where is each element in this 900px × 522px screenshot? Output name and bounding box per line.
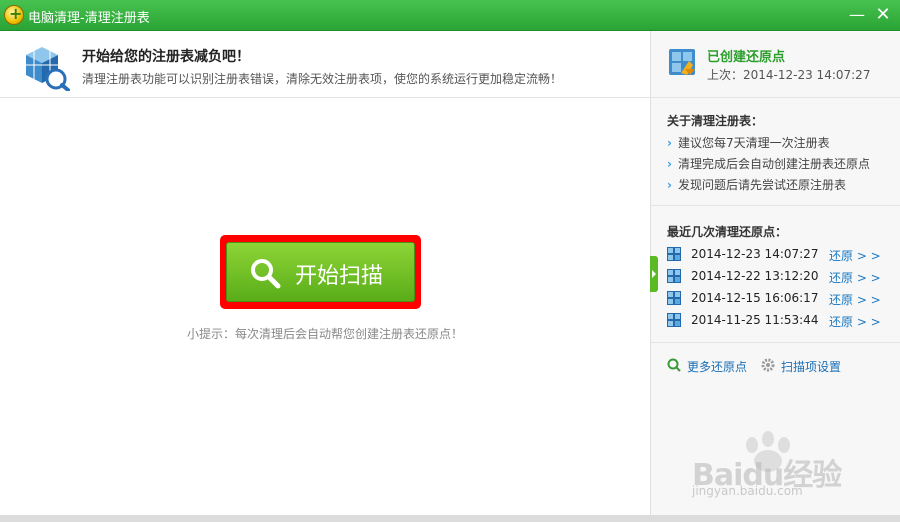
restore-point-date: 2014-12-22 13:12:20 [691, 269, 819, 283]
restore-status-title: 已创建还原点 [707, 50, 786, 65]
about-item: 清理完成后会自动创建注册表还原点 [667, 155, 870, 172]
minimize-button[interactable]: — [846, 4, 868, 26]
tip-text: 小提示：每次清理后会自动帮您创建注册表还原点！ [186, 327, 463, 341]
collapse-panel-handle[interactable] [650, 256, 658, 292]
search-icon [251, 259, 281, 289]
header-title: 开始给您的注册表减负吧！ [82, 49, 250, 65]
side-panel: 已创建还原点 上次：2014-12-23 14:07:27 关于清理注册表： 建… [651, 31, 900, 515]
title-bar: 电脑清理-清理注册表 — ✕ [0, 0, 900, 31]
restore-point-icon [669, 49, 695, 75]
bottom-links: 更多还原点 扫描项设置 [667, 358, 887, 376]
restore-point-date: 2014-12-23 14:07:27 [691, 247, 819, 261]
main-area: 开始扫描 小提示：每次清理后会自动帮您创建注册表还原点！ [0, 99, 650, 515]
bottom-bar [0, 515, 900, 522]
restore-link[interactable]: 还原 > > [829, 291, 881, 308]
restore-status: 已创建还原点 上次：2014-12-23 14:07:27 [651, 31, 900, 98]
registry-grid-icon [667, 313, 681, 327]
restore-status-time: 上次：2014-12-23 14:07:27 [707, 68, 871, 82]
about-title: 关于清理注册表： [667, 114, 764, 128]
start-scan-button[interactable]: 开始扫描 [226, 242, 415, 302]
close-button[interactable]: ✕ [872, 4, 894, 26]
restore-point-row: 2014-12-22 13:12:20 还原 > > [667, 268, 887, 286]
restore-point-row: 2014-12-15 16:06:17 还原 > > [667, 290, 887, 308]
magnifier-plus-icon [667, 358, 681, 372]
more-restore-points-link[interactable]: 更多还原点 [687, 358, 747, 375]
registry-grid-icon [667, 269, 681, 283]
header-description: 清理注册表功能可以识别注册表错误，清除无效注册表项，使您的系统运行更加稳定流畅！ [82, 72, 563, 86]
scan-button-label: 开始扫描 [295, 264, 384, 289]
scan-settings-link[interactable]: 扫描项设置 [781, 358, 841, 375]
recent-title: 最近几次清理还原点： [667, 225, 788, 239]
registry-grid-icon [667, 247, 681, 261]
app-logo-icon [4, 4, 24, 25]
restore-link[interactable]: 还原 > > [829, 313, 881, 330]
restore-link[interactable]: 还原 > > [829, 247, 881, 264]
gear-icon [761, 358, 775, 372]
restore-point-date: 2014-12-15 16:06:17 [691, 291, 819, 305]
about-item: 建议您每7天清理一次注册表 [667, 134, 830, 151]
divider [651, 342, 900, 343]
restore-point-row: 2014-11-25 11:53:44 还原 > > [667, 312, 887, 330]
about-item: 发现问题后请先尝试还原注册表 [667, 176, 846, 193]
registry-grid-icon [667, 291, 681, 305]
registry-cube-icon [26, 47, 70, 91]
page-header: 开始给您的注册表减负吧！ 清理注册表功能可以识别注册表错误，清除无效注册表项，使… [0, 31, 650, 98]
restore-point-row: 2014-12-23 14:07:27 还原 > > [667, 246, 887, 264]
watermark-url: jingyan.baidu.com [692, 484, 803, 498]
restore-point-date: 2014-11-25 11:53:44 [691, 313, 819, 327]
window-title: 电脑清理-清理注册表 [28, 11, 150, 26]
divider [651, 205, 900, 206]
restore-link[interactable]: 还原 > > [829, 269, 881, 286]
